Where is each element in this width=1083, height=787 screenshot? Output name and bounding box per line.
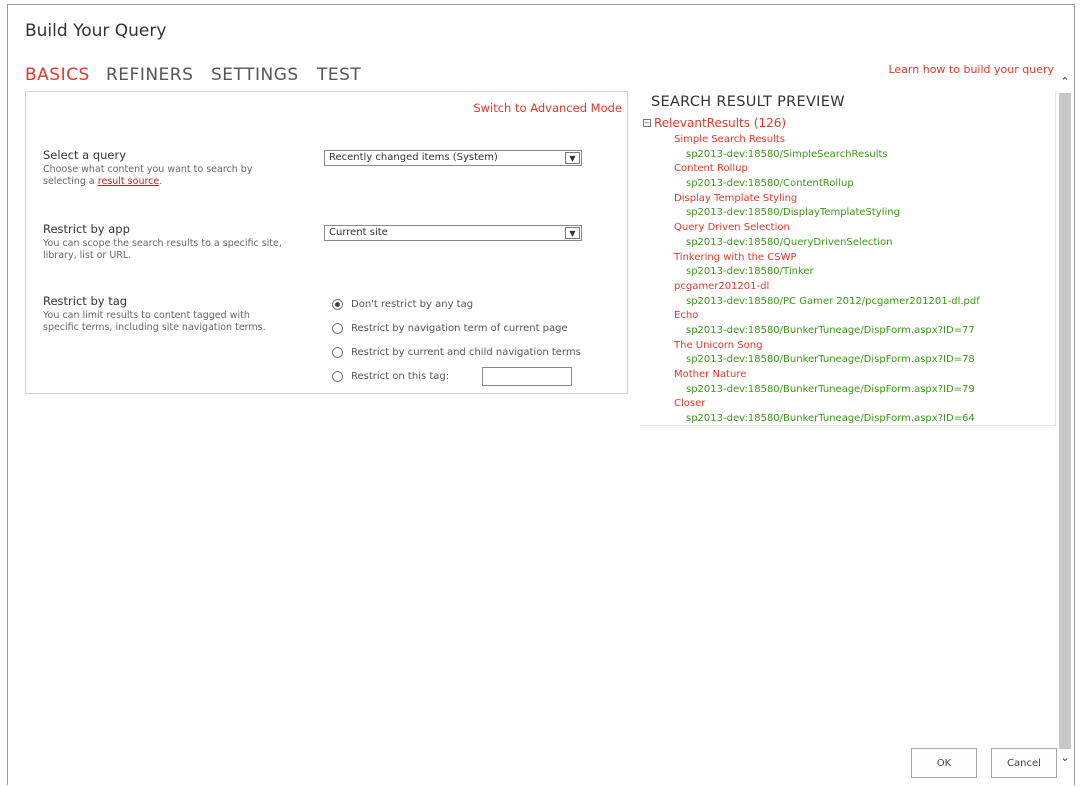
- result-url: sp2013-dev:18580/Tinker: [686, 266, 814, 278]
- result-url: sp2013-dev:18580/BunkerTuneage/DispForm.…: [686, 383, 975, 395]
- result-url: sp2013-dev:18580/BunkerTuneage/DispForm.…: [686, 354, 975, 366]
- tab-test[interactable]: TEST: [317, 65, 361, 85]
- list-item: Content Rollup sp2013-dev:18580/ContentRo…: [674, 162, 980, 191]
- scroll-thumb[interactable]: [1059, 93, 1071, 749]
- result-title[interactable]: Tinkering with the CSWP: [674, 251, 980, 266]
- result-title[interactable]: Content Rollup: [674, 162, 980, 177]
- result-title[interactable]: Query Driven Selection: [674, 221, 980, 236]
- list-item: Simple Search Results sp2013-dev:18580/Si…: [674, 133, 980, 162]
- radio-nav-term[interactable]: Restrict by navigation term of current p…: [332, 323, 568, 334]
- radio-icon[interactable]: [332, 371, 343, 382]
- list-item: Tinkering with the CSWP sp2013-dev:18580/…: [674, 251, 980, 280]
- query-select[interactable]: Recently changed items (System) ▼: [324, 150, 582, 166]
- restrict-tag-title: Restrict by tag: [43, 294, 128, 308]
- results-group-header[interactable]: − RelevantResults (126): [643, 116, 786, 130]
- result-url: sp2013-dev:18580/ContentRollup: [686, 178, 854, 190]
- search-result-preview: SEARCH RESULT PREVIEW − RelevantResults …: [641, 91, 1056, 426]
- radio-icon[interactable]: [332, 323, 343, 334]
- result-title[interactable]: Echo: [674, 309, 980, 324]
- result-title[interactable]: The Unicorn Song: [674, 339, 980, 354]
- restrict-tag-desc: You can limit results to content tagged …: [43, 310, 266, 333]
- radio-no-tag[interactable]: Don't restrict by any tag: [332, 299, 473, 310]
- list-item: Closer sp2013-dev:18580/BunkerTuneage/Dis…: [674, 397, 980, 425]
- switch-advanced-mode-link[interactable]: Switch to Advanced Mode: [473, 101, 622, 115]
- ok-button[interactable]: OK: [911, 748, 977, 778]
- result-title[interactable]: Closer: [674, 397, 980, 412]
- radio-this-tag[interactable]: Restrict on this tag:: [332, 371, 449, 382]
- select-query-title: Select a query: [43, 148, 127, 162]
- list-item: Display Template Styling sp2013-dev:18580…: [674, 192, 980, 221]
- tag-input[interactable]: [482, 367, 572, 386]
- result-title[interactable]: Mother Nature: [674, 368, 980, 383]
- result-url: sp2013-dev:18580/SimpleSearchResults: [686, 148, 888, 160]
- radio-child-nav-terms[interactable]: Restrict by current and child navigation…: [332, 347, 581, 358]
- radio-checked-icon[interactable]: [332, 299, 343, 310]
- result-url: sp2013-dev:18580/BunkerTuneage/DispForm.…: [686, 324, 975, 336]
- list-item: Query Driven Selection sp2013-dev:18580/Q…: [674, 221, 980, 250]
- dialog-scrollbar[interactable]: ⌃ ⌄: [1057, 75, 1073, 785]
- query-settings-panel: Switch to Advanced Mode Select a query C…: [25, 91, 628, 394]
- list-item: The Unicorn Song sp2013-dev:18580/BunkerT…: [674, 339, 980, 368]
- result-title[interactable]: pcgamer201201-dl: [674, 280, 980, 295]
- result-url: sp2013-dev:18580/QueryDrivenSelection: [686, 236, 893, 248]
- chevron-up-icon[interactable]: ⌃: [1057, 75, 1073, 91]
- build-query-dialog: Build Your Query BASICS REFINERS SETTING…: [7, 4, 1075, 785]
- chevron-down-icon[interactable]: ▼: [565, 227, 580, 239]
- tab-basics[interactable]: BASICS: [25, 65, 90, 85]
- app-select[interactable]: Current site ▼: [324, 225, 582, 241]
- tab-settings[interactable]: SETTINGS: [211, 65, 299, 85]
- tab-refiners[interactable]: REFINERS: [106, 65, 193, 85]
- select-query-desc: Choose what content you want to search b…: [43, 164, 253, 187]
- result-list: Simple Search Results sp2013-dev:18580/Si…: [674, 133, 980, 425]
- restrict-app-title: Restrict by app: [43, 222, 130, 236]
- list-item: Mother Nature sp2013-dev:18580/BunkerTune…: [674, 368, 980, 397]
- chevron-down-icon[interactable]: ⌄: [1057, 751, 1073, 767]
- minus-box-icon[interactable]: −: [643, 119, 651, 127]
- result-url: sp2013-dev:18580/DisplayTemplateStyling: [686, 207, 900, 219]
- preview-title: SEARCH RESULT PREVIEW: [651, 94, 845, 110]
- dialog-title: Build Your Query: [25, 21, 167, 41]
- cancel-button[interactable]: Cancel: [991, 748, 1057, 778]
- radio-icon[interactable]: [332, 347, 343, 358]
- result-url: sp2013-dev:18580/BunkerTuneage/DispForm.…: [686, 413, 975, 425]
- result-source-link[interactable]: result source: [98, 176, 159, 187]
- result-url: sp2013-dev:18580/PC Gamer 2012/pcgamer20…: [686, 295, 980, 307]
- chevron-down-icon[interactable]: ▼: [565, 152, 580, 164]
- restrict-app-desc: You can scope the search results to a sp…: [43, 238, 282, 261]
- list-item: pcgamer201201-dl sp2013-dev:18580/PC Game…: [674, 280, 980, 309]
- learn-query-link[interactable]: Learn how to build your query: [888, 63, 1054, 76]
- list-item: Echo sp2013-dev:18580/BunkerTuneage/DispF…: [674, 309, 980, 338]
- result-title[interactable]: Display Template Styling: [674, 192, 980, 207]
- result-title[interactable]: Simple Search Results: [674, 133, 980, 148]
